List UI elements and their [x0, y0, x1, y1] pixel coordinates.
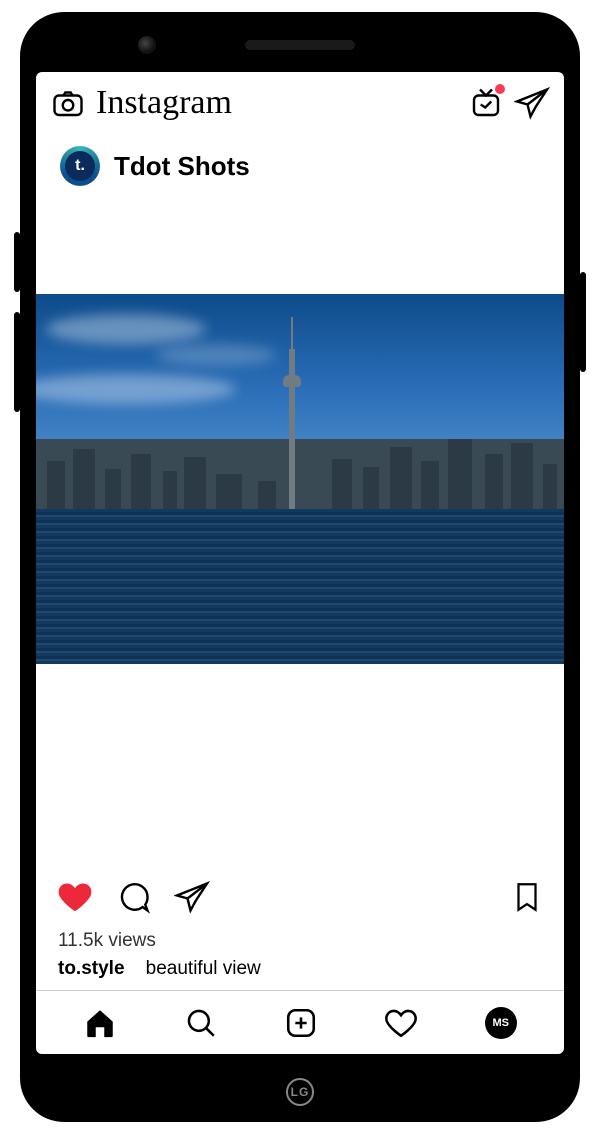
phone-frame: LG Instagram	[20, 12, 580, 1122]
add-post-icon[interactable]	[284, 1006, 318, 1040]
side-button	[14, 312, 20, 412]
app-screen: Instagram t. Tdot Sho	[36, 72, 564, 1054]
like-button[interactable]	[56, 878, 94, 916]
bookmark-button[interactable]	[510, 878, 544, 916]
phone-speaker	[245, 40, 355, 50]
post-image-wrap	[36, 194, 564, 664]
phone-brand-label: LG	[286, 1078, 314, 1106]
home-icon[interactable]	[83, 1006, 117, 1040]
comment-button[interactable]	[116, 879, 152, 915]
comment-user[interactable]: to.style	[58, 958, 125, 979]
post-header[interactable]: t. Tdot Shots	[36, 134, 564, 194]
bottom-nav: MS	[36, 990, 564, 1054]
activity-icon[interactable]	[384, 1006, 418, 1040]
camera-icon[interactable]	[50, 85, 86, 121]
notification-dot	[494, 83, 506, 95]
share-button[interactable]	[174, 879, 210, 915]
phone-camera	[138, 36, 156, 54]
side-button	[14, 232, 20, 292]
comment-row[interactable]: to.style beautiful view	[36, 952, 564, 990]
post-actions	[36, 864, 564, 922]
comment-text: beautiful view	[146, 958, 261, 979]
post-author[interactable]: Tdot Shots	[114, 151, 250, 182]
post-image[interactable]	[36, 294, 564, 664]
phone-brand: LG	[286, 1078, 314, 1106]
avatar[interactable]: t.	[60, 146, 100, 186]
side-button	[580, 272, 586, 372]
top-bar: Instagram	[36, 72, 564, 134]
views-count[interactable]: 11.5k views	[36, 922, 564, 952]
profile-icon[interactable]: MS	[485, 1007, 517, 1039]
messages-icon[interactable]	[514, 85, 550, 121]
search-icon[interactable]	[184, 1006, 218, 1040]
igtv-icon[interactable]	[468, 85, 504, 121]
avatar-letter: t.	[65, 151, 95, 181]
app-logo[interactable]: Instagram	[96, 84, 232, 122]
